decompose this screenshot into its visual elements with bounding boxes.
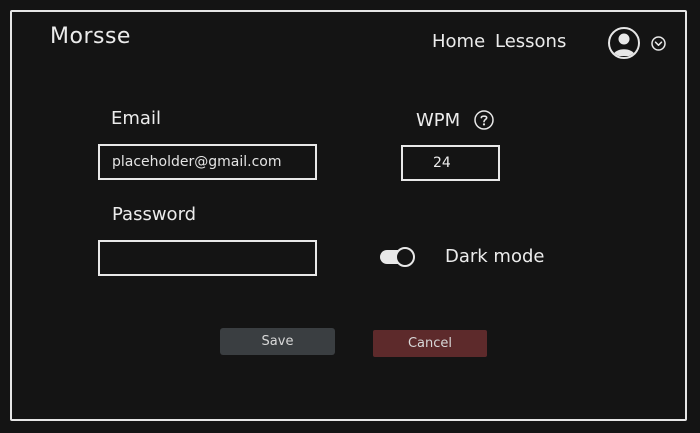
dark-mode-label: Dark mode bbox=[445, 246, 545, 267]
email-label: Email bbox=[111, 108, 161, 129]
wpm-label: WPM bbox=[416, 110, 461, 131]
dark-mode-toggle[interactable] bbox=[380, 246, 416, 268]
nav-lessons-link[interactable]: Lessons bbox=[495, 31, 566, 52]
question-svg bbox=[474, 110, 494, 130]
app-logo: Morsse bbox=[50, 24, 131, 49]
cancel-button[interactable]: Cancel bbox=[373, 330, 487, 357]
wpm-field[interactable] bbox=[401, 145, 500, 181]
chevron-down-svg bbox=[651, 36, 666, 51]
email-field[interactable] bbox=[98, 144, 317, 180]
password-label: Password bbox=[112, 204, 197, 225]
chevron-down-circle-icon[interactable] bbox=[651, 36, 666, 51]
question-circle-icon[interactable] bbox=[474, 110, 494, 130]
user-avatar-svg bbox=[613, 33, 635, 56]
nav-home-link[interactable]: Home bbox=[432, 31, 485, 52]
password-field[interactable] bbox=[98, 240, 317, 276]
toggle-knob bbox=[395, 247, 415, 267]
user-avatar-icon[interactable] bbox=[608, 27, 640, 59]
save-button[interactable]: Save bbox=[220, 328, 335, 355]
